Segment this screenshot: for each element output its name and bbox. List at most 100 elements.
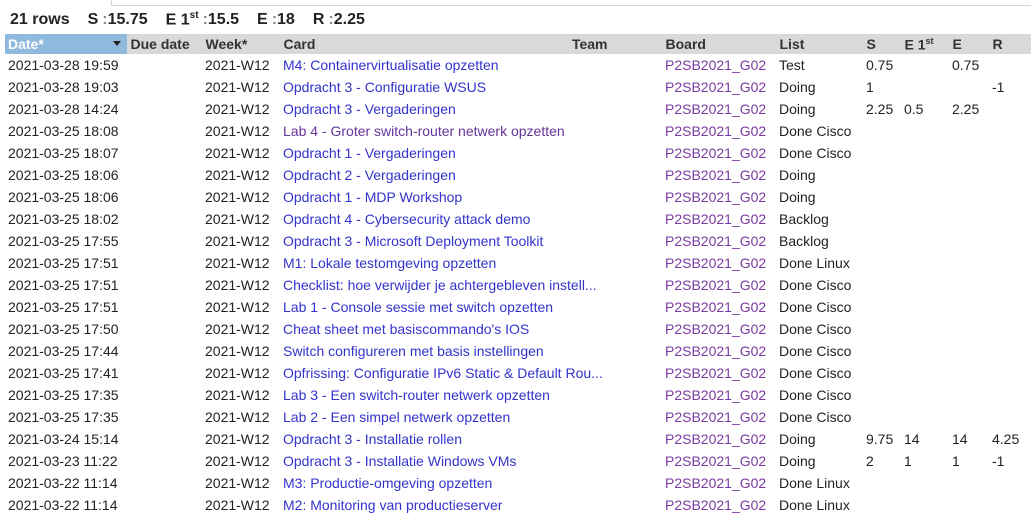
table-row[interactable]: 2021-03-25 17:35 2021-W12 Lab 3 - Een swit… [5, 384, 1031, 406]
column-header-e1[interactable]: E 1st [901, 34, 950, 54]
board-link[interactable]: P2SB2021_G02 [662, 274, 776, 296]
board-link[interactable]: P2SB2021_G02 [662, 230, 776, 252]
card-link[interactable]: Lab 1 - Console sessie met switch opzett… [280, 296, 612, 318]
board-link[interactable]: P2SB2021_G02 [662, 98, 776, 120]
cell-date: 2021-03-25 18:02 [8, 211, 119, 227]
board-link[interactable]: P2SB2021_G02 [662, 120, 776, 142]
cell-s [863, 120, 901, 142]
column-header-s[interactable]: S [863, 34, 902, 54]
column-header-r[interactable]: R [989, 34, 1031, 54]
table-row[interactable]: 2021-03-25 18:08 2021-W12 Lab 4 - Groter s… [5, 120, 1031, 142]
table-row[interactable]: 2021-03-28 14:24 2021-W12 Opdracht 3 - Ver… [5, 98, 1031, 120]
board-link[interactable]: P2SB2021_G02 [662, 296, 776, 318]
card-link[interactable]: Opdracht 3 - Installatie rollen [280, 428, 612, 450]
card-link[interactable]: Opdracht 2 - Vergaderingen [280, 164, 612, 186]
board-link[interactable]: P2SB2021_G02 [662, 494, 776, 516]
card-link[interactable]: Opdracht 1 - MDP Workshop [280, 186, 612, 208]
table-row[interactable]: 2021-03-25 17:44 2021-W12 Switch configure… [5, 340, 1031, 362]
column-header-week[interactable]: Week* [202, 34, 281, 54]
cell-list: Doing [779, 79, 816, 95]
card-link[interactable]: Opdracht 4 - Cybersecurity attack demo [280, 208, 612, 230]
board-link[interactable]: P2SB2021_G02 [662, 208, 776, 230]
table-row[interactable]: 2021-03-25 17:41 2021-W12 Opfrissing: Conf… [5, 362, 1031, 384]
card-link[interactable]: Opdracht 3 - Configuratie WSUS [280, 76, 612, 98]
table-row[interactable]: 2021-03-25 17:50 2021-W12 Cheat sheet met … [5, 318, 1031, 340]
cell-s [863, 164, 901, 186]
board-link[interactable]: P2SB2021_G02 [662, 76, 776, 98]
board-link[interactable]: P2SB2021_G02 [662, 428, 776, 450]
table-row[interactable]: 2021-03-22 11:14 2021-W12 M3: Productie-om… [5, 472, 1031, 494]
cell-date: 2021-03-28 14:24 [8, 101, 119, 117]
board-link[interactable]: P2SB2021_G02 [662, 318, 776, 340]
table-row[interactable]: 2021-03-25 17:51 2021-W12 Lab 1 - Console … [5, 296, 1031, 318]
cell-week: 2021-W12 [205, 431, 270, 447]
card-link[interactable]: Lab 2 - Een simpel netwerk opzetten [280, 406, 612, 428]
card-link[interactable]: Switch configureren met basis instelling… [280, 340, 612, 362]
card-link[interactable]: Checklist: hoe verwijder je achtergeblev… [280, 274, 612, 296]
table-row[interactable]: 2021-03-28 19:03 2021-W12 Opdracht 3 - Con… [5, 76, 1031, 98]
table-row[interactable]: 2021-03-25 17:35 2021-W12 Lab 2 - Een simp… [5, 406, 1031, 428]
table-row[interactable]: 2021-03-28 19:59 2021-W12 M4: Containervir… [5, 54, 1031, 76]
table-row[interactable]: 2021-03-25 18:06 2021-W12 Opdracht 1 - MDP… [5, 186, 1031, 208]
card-link[interactable]: M2: Monitoring van productieserver [280, 494, 612, 516]
cell-week: 2021-W12 [205, 167, 270, 183]
table-row[interactable]: 2021-03-25 18:02 2021-W12 Opdracht 4 - Cyb… [5, 208, 1031, 230]
board-link[interactable]: P2SB2021_G02 [662, 472, 776, 494]
column-header-e[interactable]: E [949, 34, 990, 54]
cell-due-date [127, 494, 202, 516]
cell-spacer [612, 494, 662, 516]
board-link[interactable]: P2SB2021_G02 [662, 252, 776, 274]
board-link[interactable]: P2SB2021_G02 [662, 450, 776, 472]
card-link[interactable]: Opdracht 3 - Microsoft Deployment Toolki… [280, 230, 612, 252]
board-link[interactable]: P2SB2021_G02 [662, 406, 776, 428]
board-link[interactable]: P2SB2021_G02 [662, 186, 776, 208]
card-link[interactable]: Lab 3 - Een switch-router netwerk opzett… [280, 384, 612, 406]
sort-descending-icon [112, 41, 121, 46]
board-link[interactable]: P2SB2021_G02 [662, 54, 776, 76]
column-header-list[interactable]: List [776, 34, 864, 54]
column-header-card[interactable]: Card Team [280, 34, 613, 54]
board-link[interactable]: P2SB2021_G02 [662, 384, 776, 406]
card-link[interactable]: Opdracht 3 - Vergaderingen [280, 98, 612, 120]
column-header-board[interactable]: Board [662, 34, 777, 54]
cell-list: Done Cisco [779, 145, 852, 161]
cell-date: 2021-03-25 17:51 [8, 255, 119, 271]
column-header-spacer [612, 34, 663, 54]
cell-due-date [127, 186, 202, 208]
card-link[interactable]: M1: Lokale testomgeving opzetten [280, 252, 612, 274]
card-link[interactable]: Lab 4 - Groter switch-router netwerk opz… [280, 120, 612, 142]
board-link[interactable]: P2SB2021_G02 [662, 340, 776, 362]
cell-r [989, 54, 1031, 76]
cell-e [949, 76, 989, 98]
table-row[interactable]: 2021-03-24 15:14 2021-W12 Opdracht 3 - Ins… [5, 428, 1031, 450]
card-link[interactable]: M3: Productie-omgeving opzetten [280, 472, 612, 494]
cell-date: 2021-03-24 15:14 [8, 431, 119, 447]
table-row[interactable]: 2021-03-25 17:51 2021-W12 M1: Lokale testo… [5, 252, 1031, 274]
table-row[interactable]: 2021-03-22 11:14 2021-W12 M2: Monitoring v… [5, 494, 1031, 516]
card-link[interactable]: Opdracht 3 - Installatie Windows VMs [280, 450, 612, 472]
board-link[interactable]: P2SB2021_G02 [662, 164, 776, 186]
board-link[interactable]: P2SB2021_G02 [662, 362, 776, 384]
table-row[interactable]: 2021-03-25 18:07 2021-W12 Opdracht 1 - Ver… [5, 142, 1031, 164]
table-row[interactable]: 2021-03-25 17:51 2021-W12 Checklist: hoe v… [5, 274, 1031, 296]
cell-list: Doing [779, 189, 816, 205]
cell-list: Done Linux [779, 475, 850, 491]
table-row[interactable]: 2021-03-25 17:55 2021-W12 Opdracht 3 - Mic… [5, 230, 1031, 252]
column-header-date[interactable]: Date* [5, 34, 128, 54]
board-link[interactable]: P2SB2021_G02 [662, 142, 776, 164]
table-row[interactable]: 2021-03-23 11:22 2021-W12 Opdracht 3 - Ins… [5, 450, 1031, 472]
cell-r [989, 208, 1031, 230]
cell-spacer [612, 186, 662, 208]
cell-e [949, 340, 989, 362]
cell-s: 1 [866, 79, 874, 95]
card-link[interactable]: M4: Containervirtualisatie opzetten [280, 54, 612, 76]
table-row[interactable]: 2021-03-25 18:06 2021-W12 Opdracht 2 - Ver… [5, 164, 1031, 186]
card-link[interactable]: Cheat sheet met basiscommando's IOS [280, 318, 612, 340]
cell-spacer [612, 120, 662, 142]
cell-due-date [127, 164, 202, 186]
cell-e [949, 142, 989, 164]
card-link[interactable]: Opdracht 1 - Vergaderingen [280, 142, 612, 164]
column-header-due-date[interactable]: Due date [127, 34, 203, 54]
cell-list: Doing [779, 431, 816, 447]
card-link[interactable]: Opfrissing: Configuratie IPv6 Static & D… [280, 362, 612, 384]
